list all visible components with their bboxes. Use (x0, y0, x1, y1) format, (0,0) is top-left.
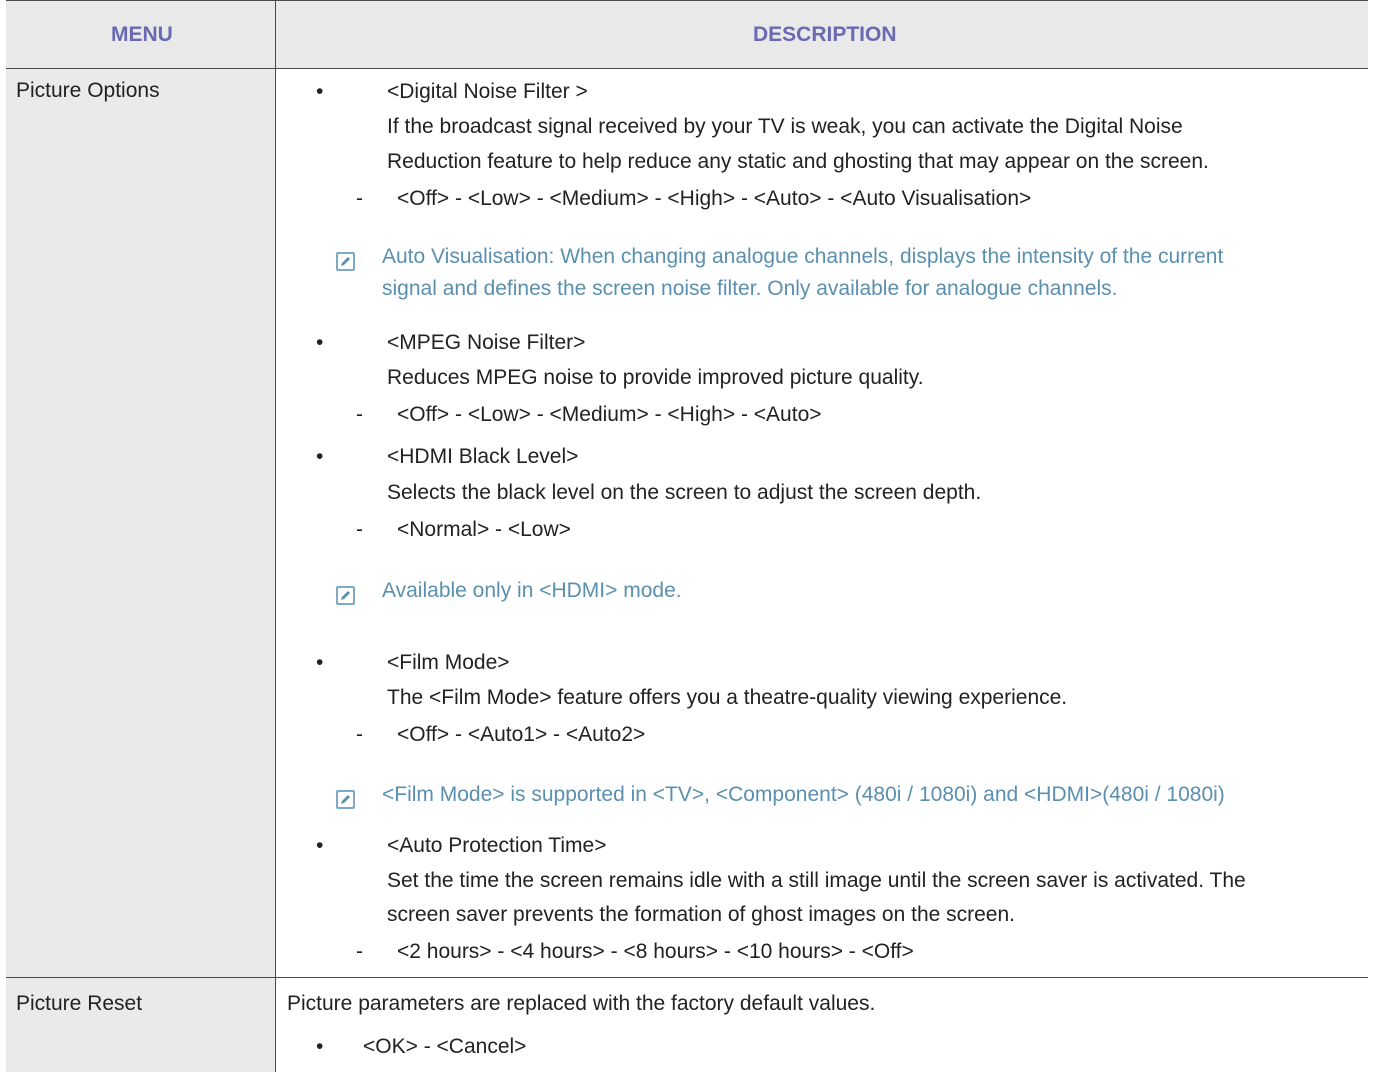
bullet: • (316, 80, 324, 103)
header-description: DESCRIPTION (753, 23, 897, 46)
menu-cell-picture-options: Picture Options (6, 69, 275, 977)
dash: - (356, 518, 363, 541)
mpeg-noise-options: <Off> - <Low> - <Medium> - <High> - <Aut… (397, 403, 822, 426)
bullet: • (316, 445, 324, 468)
auto-protection-title: <Auto Protection Time> (387, 834, 607, 857)
digital-noise-options: <Off> - <Low> - <Medium> - <High> - <Aut… (397, 187, 1032, 210)
header-divider (6, 68, 1368, 69)
note-icon (336, 586, 355, 605)
bullet: • (316, 834, 324, 857)
table-top-border (6, 0, 1368, 1)
auto-protection-desc-2: screen saver prevents the formation of g… (387, 903, 1016, 926)
mpeg-noise-desc: Reduces MPEG noise to provide improved p… (387, 366, 924, 389)
film-mode-desc: The <Film Mode> feature offers you a the… (387, 686, 1068, 709)
digital-noise-note-1: Auto Visualisation: When changing analog… (382, 245, 1224, 268)
auto-protection-options: <2 hours> - <4 hours> - <8 hours> - <10 … (397, 940, 914, 963)
hdmi-black-options: <Normal> - <Low> (397, 518, 571, 541)
digital-noise-note-2: signal and defines the screen noise filt… (382, 277, 1118, 300)
dash: - (356, 723, 363, 746)
dash: - (356, 187, 363, 210)
bullet: • (316, 1035, 324, 1058)
row-divider (6, 977, 1368, 978)
hdmi-black-title: <HDMI Black Level> (387, 445, 579, 468)
dash: - (356, 403, 363, 426)
mpeg-noise-title: <MPEG Noise Filter> (387, 331, 586, 354)
picture-reset-desc: Picture parameters are replaced with the… (287, 992, 876, 1015)
hdmi-black-desc: Selects the black level on the screen to… (387, 481, 982, 504)
column-divider (275, 0, 276, 1072)
bullet: • (316, 331, 324, 354)
menu-cell-picture-reset: Picture Reset (6, 978, 275, 1072)
menu-table: MENU DESCRIPTION Picture Options Picture… (6, 0, 1368, 1072)
header-menu-cell: MENU (6, 0, 275, 68)
header-menu: MENU (111, 23, 173, 46)
film-mode-options: <Off> - <Auto1> - <Auto2> (397, 723, 646, 746)
bullet: • (316, 651, 324, 674)
digital-noise-desc-1: If the broadcast signal received by your… (387, 115, 1183, 138)
film-mode-note: <Film Mode> is supported in <TV>, <Compo… (382, 783, 1225, 806)
auto-protection-desc-1: Set the time the screen remains idle wit… (387, 869, 1246, 892)
note-icon (336, 790, 355, 809)
picture-reset-options: <OK> - <Cancel> (363, 1035, 527, 1058)
dash: - (356, 940, 363, 963)
hdmi-black-note: Available only in <HDMI> mode. (382, 579, 682, 602)
digital-noise-title: <Digital Noise Filter > (387, 80, 588, 103)
film-mode-title: <Film Mode> (387, 651, 510, 674)
menu-picture-options: Picture Options (16, 79, 160, 102)
header-description-cell: DESCRIPTION (276, 0, 1368, 68)
note-icon (336, 252, 355, 271)
menu-picture-reset: Picture Reset (16, 992, 143, 1015)
digital-noise-desc-2: Reduction feature to help reduce any sta… (387, 150, 1209, 173)
